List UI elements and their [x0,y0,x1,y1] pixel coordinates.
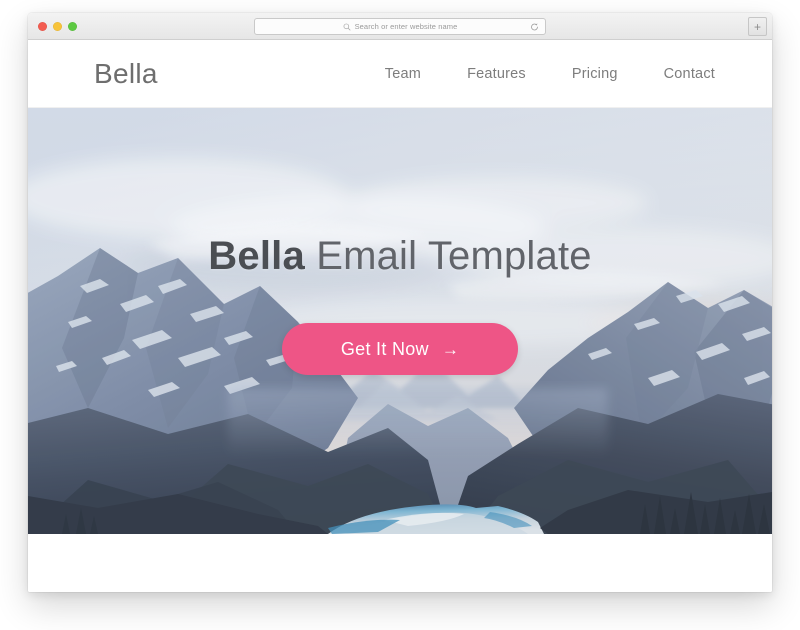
window-traffic-lights [38,22,77,31]
close-window-button[interactable] [38,22,47,31]
nav-item-team[interactable]: Team [385,66,421,82]
hero-title-rest: Email Template [304,234,592,278]
hero-content: Bella Email Template Get It Now → [28,108,772,534]
browser-window: Search or enter website name + Bella Tea… [28,13,772,592]
zoom-window-button[interactable] [68,22,77,31]
below-hero-section [28,534,772,592]
nav-item-contact[interactable]: Contact [664,66,715,82]
search-icon [343,18,351,36]
nav-item-pricing[interactable]: Pricing [572,66,618,82]
nav-item-features[interactable]: Features [467,66,526,82]
page-viewport: Bella Team Features Pricing Contact Bell… [28,40,772,592]
site-header: Bella Team Features Pricing Contact [28,40,772,108]
browser-titlebar: Search or enter website name + [28,13,772,40]
site-logo[interactable]: Bella [94,58,158,90]
site-nav-links: Team Features Pricing Contact [385,66,715,82]
arrow-right-icon: → [441,339,460,359]
new-tab-button[interactable]: + [748,17,767,36]
address-bar-placeholder: Search or enter website name [354,22,458,31]
get-it-now-button[interactable]: Get It Now → [282,323,518,375]
hero-title-strong: Bella [208,234,305,278]
reload-icon[interactable] [530,22,539,31]
hero-title: Bella Email Template [208,234,591,279]
hero-section: Bella Email Template Get It Now → [28,108,772,534]
minimize-window-button[interactable] [53,22,62,31]
address-bar[interactable]: Search or enter website name [254,18,546,35]
cta-label: Get It Now [340,338,429,359]
